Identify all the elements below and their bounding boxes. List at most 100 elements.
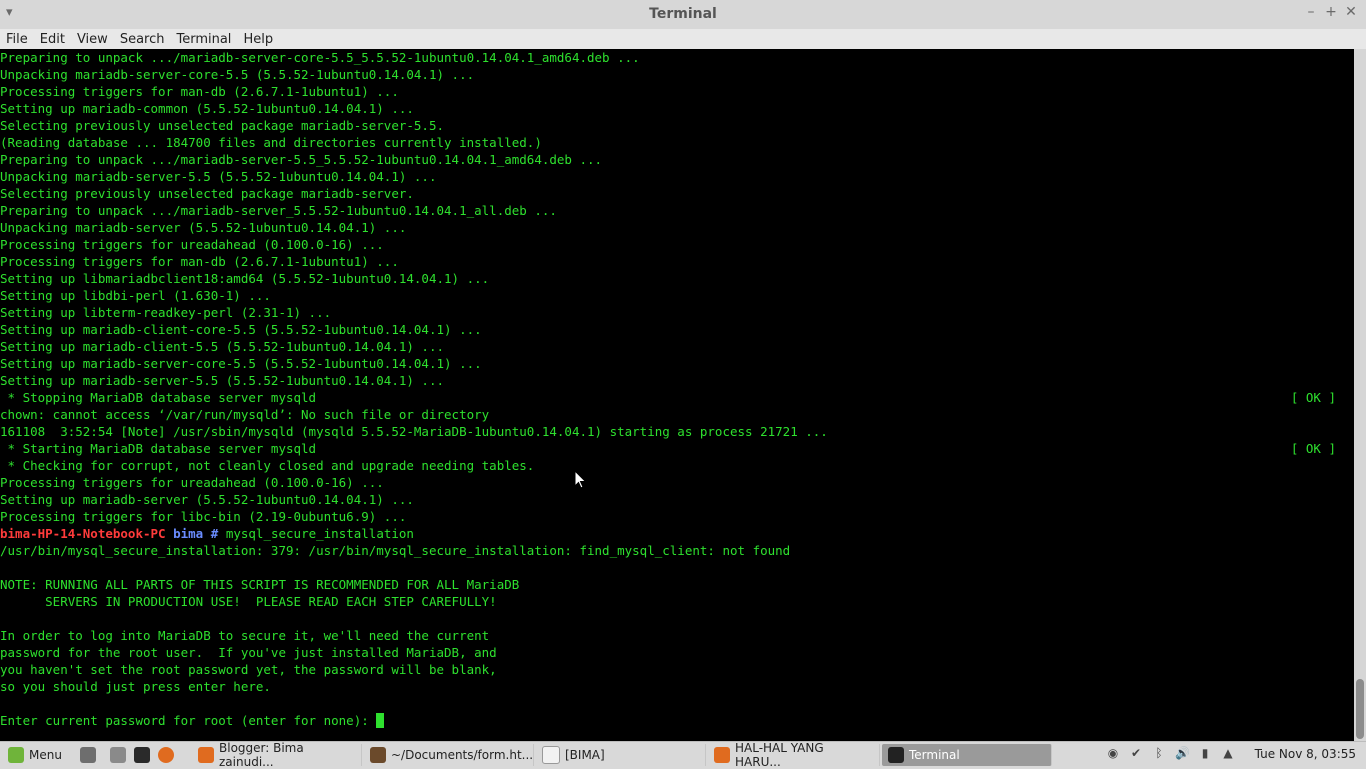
terminal-line: Setting up mariadb-server-core-5.5 (5.5.… bbox=[0, 355, 1354, 372]
terminal-line: NOTE: RUNNING ALL PARTS OF THIS SCRIPT I… bbox=[0, 576, 1354, 593]
task-label: ~/Documents/form.ht... bbox=[391, 748, 534, 762]
clock[interactable]: Tue Nov 8, 03:55 bbox=[1255, 747, 1356, 761]
firefox-icon bbox=[714, 747, 730, 763]
terminal-line-text: In order to log into MariaDB to secure i… bbox=[0, 628, 490, 643]
window-title: Terminal bbox=[649, 6, 717, 22]
terminal-line: Setting up libterm-readkey-perl (2.31-1)… bbox=[0, 304, 1354, 321]
task-label: Blogger: Bima zainudi... bbox=[219, 741, 304, 769]
terminal-line: you haven't set the root password yet, t… bbox=[0, 661, 1354, 678]
launcher-firefox[interactable] bbox=[152, 744, 178, 766]
terminal-line-text: Setting up mariadb-server (5.5.52-1ubunt… bbox=[0, 492, 414, 507]
text-editor-icon bbox=[370, 747, 386, 763]
terminal-line: In order to log into MariaDB to secure i… bbox=[0, 627, 1354, 644]
terminal-line-text: Processing triggers for ureadahead (0.10… bbox=[0, 237, 384, 252]
terminal-line: Unpacking mariadb-server-5.5 (5.5.52-1ub… bbox=[0, 168, 1354, 185]
shield-icon[interactable]: ✔ bbox=[1129, 746, 1143, 760]
terminal-line-text: Processing triggers for man-db (2.6.7.1-… bbox=[0, 84, 399, 99]
terminal-line: Setting up mariadb-server-5.5 (5.5.52-1u… bbox=[0, 372, 1354, 389]
terminal-line: * Stopping MariaDB database server mysql… bbox=[0, 389, 1354, 406]
terminal-line-text: you haven't set the root password yet, t… bbox=[0, 662, 497, 677]
terminal-line: Preparing to unpack .../mariadb-server-5… bbox=[0, 151, 1354, 168]
terminal-line-text: Enter current password for root (enter f… bbox=[0, 713, 377, 728]
taskbar: Menu Blogger: Bima zainudi... ~/Document… bbox=[0, 741, 1366, 769]
terminal-line: password for the root user. If you've ju… bbox=[0, 644, 1354, 661]
terminal-line-text: Processing triggers for ureadahead (0.10… bbox=[0, 475, 384, 490]
bluetooth-icon[interactable]: ᛒ bbox=[1152, 746, 1166, 760]
maximize-button[interactable]: + bbox=[1324, 4, 1338, 20]
terminal-line-text: Unpacking mariadb-server (5.5.52-1ubuntu… bbox=[0, 220, 407, 235]
terminal-line-text: Setting up libdbi-perl (1.630-1) ... bbox=[0, 288, 271, 303]
task-label: [BIMA] bbox=[565, 748, 605, 762]
terminal-line: * Checking for corrupt, not cleanly clos… bbox=[0, 457, 1354, 474]
scrollbar-thumb[interactable] bbox=[1356, 679, 1364, 739]
terminal-line-text: NOTE: RUNNING ALL PARTS OF THIS SCRIPT I… bbox=[0, 577, 520, 592]
text-cursor[interactable] bbox=[376, 713, 385, 728]
menu-edit[interactable]: Edit bbox=[34, 32, 71, 47]
start-menu-button[interactable]: Menu bbox=[2, 744, 72, 766]
terminal-line: /usr/bin/mysql_secure_installation: 379:… bbox=[0, 542, 1354, 559]
terminal-line-text: 161108 3:52:54 [Note] /usr/sbin/mysqld (… bbox=[0, 424, 828, 439]
menu-search[interactable]: Search bbox=[114, 32, 171, 47]
task-terminal[interactable]: Terminal bbox=[882, 744, 1052, 766]
terminal-line-text: Setting up mariadb-common (5.5.52-1ubunt… bbox=[0, 101, 414, 116]
terminal-line: Processing triggers for man-db (2.6.7.1-… bbox=[0, 83, 1354, 100]
show-desktop-button[interactable] bbox=[74, 744, 98, 766]
terminal-line: Unpacking mariadb-server-core-5.5 (5.5.5… bbox=[0, 66, 1354, 83]
terminal-line-text: Processing triggers for man-db (2.6.7.1-… bbox=[0, 254, 399, 269]
terminal-line-text: SERVERS IN PRODUCTION USE! PLEASE READ E… bbox=[0, 594, 497, 609]
terminal-icon bbox=[888, 747, 904, 763]
terminal-line: (Reading database ... 184700 files and d… bbox=[0, 134, 1354, 151]
terminal-line: Selecting previously unselected package … bbox=[0, 185, 1354, 202]
terminal-line: Processing triggers for man-db (2.6.7.1-… bbox=[0, 253, 1354, 270]
network-icon[interactable]: ▲ bbox=[1221, 746, 1235, 760]
menu-view[interactable]: View bbox=[71, 32, 114, 47]
terminal-line-text: password for the root user. If you've ju… bbox=[0, 645, 497, 660]
terminal-line-text: Setting up mariadb-server-core-5.5 (5.5.… bbox=[0, 356, 482, 371]
terminal-line-text: Unpacking mariadb-server-core-5.5 (5.5.5… bbox=[0, 67, 475, 82]
firefox-icon bbox=[198, 747, 214, 763]
task-form-editor[interactable]: ~/Documents/form.ht... bbox=[364, 744, 534, 766]
chrome-icon[interactable]: ◉ bbox=[1106, 746, 1120, 760]
task-bima[interactable]: [BIMA] bbox=[536, 744, 706, 766]
menu-file[interactable]: File bbox=[0, 32, 34, 47]
prompt-command: mysql_secure_installation bbox=[225, 526, 414, 541]
menu-terminal[interactable]: Terminal bbox=[170, 32, 237, 47]
terminal-scrollbar[interactable] bbox=[1354, 49, 1366, 741]
terminal-line: Setting up libmariadbclient18:amd64 (5.5… bbox=[0, 270, 1354, 287]
terminal-line: Preparing to unpack .../mariadb-server-c… bbox=[0, 49, 1354, 66]
prompt-directory: bima bbox=[173, 526, 204, 541]
terminal-line-text: * Starting MariaDB database server mysql… bbox=[0, 441, 317, 456]
document-icon bbox=[542, 746, 560, 764]
mouse-pointer-icon bbox=[574, 470, 587, 489]
launcher-terminal[interactable] bbox=[128, 744, 152, 766]
terminal-output[interactable]: Preparing to unpack .../mariadb-server-c… bbox=[0, 49, 1354, 741]
shell-prompt-line: bima-HP-14-Notebook-PC bima # mysql_secu… bbox=[0, 525, 1354, 542]
terminal-line: Processing triggers for ureadahead (0.10… bbox=[0, 236, 1354, 253]
terminal-line-text: (Reading database ... 184700 files and d… bbox=[0, 135, 542, 150]
terminal-line: SERVERS IN PRODUCTION USE! PLEASE READ E… bbox=[0, 593, 1354, 610]
terminal-line: Setting up libdbi-perl (1.630-1) ... bbox=[0, 287, 1354, 304]
window-titlebar[interactable]: ▾ Terminal – + ✕ bbox=[0, 0, 1366, 30]
task-label: HAL-HAL YANG HARU... bbox=[735, 741, 824, 769]
firefox-icon bbox=[158, 747, 174, 763]
terminal-line-text: * Checking for corrupt, not cleanly clos… bbox=[0, 458, 535, 473]
terminal-line-text: chown: cannot access ‘/var/run/mysqld’: … bbox=[0, 407, 490, 422]
terminal-line-text: Processing triggers for libc-bin (2.19-0… bbox=[0, 509, 407, 524]
task-hal-hal[interactable]: HAL-HAL YANG HARU... bbox=[708, 741, 880, 769]
volume-icon[interactable]: 🔊 bbox=[1175, 746, 1190, 760]
menu-help[interactable]: Help bbox=[237, 32, 279, 47]
launcher-files[interactable] bbox=[104, 744, 128, 766]
start-menu-label: Menu bbox=[29, 748, 62, 762]
terminal-line: Setting up mariadb-client-5.5 (5.5.52-1u… bbox=[0, 338, 1354, 355]
terminal-line-text: Preparing to unpack .../mariadb-server_5… bbox=[0, 203, 557, 218]
terminal-line: Setting up mariadb-common (5.5.52-1ubunt… bbox=[0, 100, 1354, 117]
minimize-button[interactable]: – bbox=[1304, 4, 1318, 20]
terminal-icon bbox=[134, 747, 150, 763]
status-ok-label: [ OK ] bbox=[1290, 441, 1336, 456]
task-blogger[interactable]: Blogger: Bima zainudi... bbox=[192, 741, 362, 769]
battery-icon[interactable]: ▮ bbox=[1198, 746, 1212, 760]
close-button[interactable]: ✕ bbox=[1344, 4, 1358, 20]
